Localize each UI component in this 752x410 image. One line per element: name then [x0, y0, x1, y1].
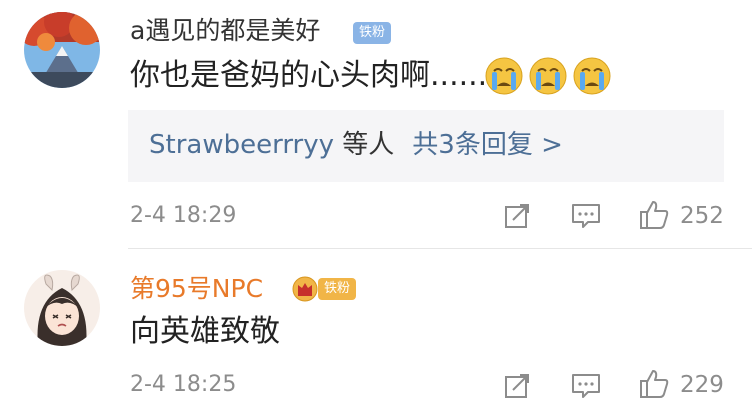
- comments-page: a遇见的都是美好 铁粉 你也是爸妈的心头肉啊...... Strawbeerrr…: [0, 0, 752, 410]
- avatar-image: [24, 270, 100, 346]
- fan-badge: 铁粉: [353, 22, 391, 44]
- timestamp: 2-4 18:29: [130, 203, 237, 228]
- timestamp: 2-4 18:25: [130, 372, 237, 397]
- fan-badge: 铁粉: [318, 278, 356, 300]
- like-icon[interactable]: [638, 368, 670, 400]
- comment-text: 你也是爸妈的心头肉啊......: [130, 58, 488, 93]
- crying-face-icon: [529, 57, 567, 95]
- avatar[interactable]: [24, 270, 100, 346]
- avatar[interactable]: [24, 12, 100, 88]
- share-icon[interactable]: [504, 201, 532, 229]
- like-icon[interactable]: [638, 199, 670, 231]
- reply-username[interactable]: Strawbeerrryy: [149, 130, 334, 160]
- share-icon[interactable]: [504, 371, 532, 399]
- username[interactable]: 第95号NPC: [130, 274, 263, 304]
- reply-count-link[interactable]: 共3条回复 >: [412, 130, 563, 160]
- comment-text: 向英雄致敬: [130, 314, 280, 349]
- crown-icon: [292, 276, 318, 302]
- crying-face-icon: [573, 57, 611, 95]
- like-count: 229: [680, 372, 724, 398]
- replies-preview[interactable]: Strawbeerrryy 等人 共3条回复 >: [128, 110, 724, 182]
- avatar-image: [24, 12, 100, 88]
- like-count: 252: [680, 203, 724, 229]
- comment-icon[interactable]: [571, 202, 601, 230]
- reply-others-label: 等人: [334, 130, 395, 160]
- comment-icon[interactable]: [571, 372, 601, 400]
- replies-summary: Strawbeerrryy 等人 共3条回复 >: [149, 128, 563, 162]
- comment-divider: [128, 248, 752, 249]
- username[interactable]: a遇见的都是美好: [130, 16, 320, 46]
- crying-face-icon: [485, 57, 523, 95]
